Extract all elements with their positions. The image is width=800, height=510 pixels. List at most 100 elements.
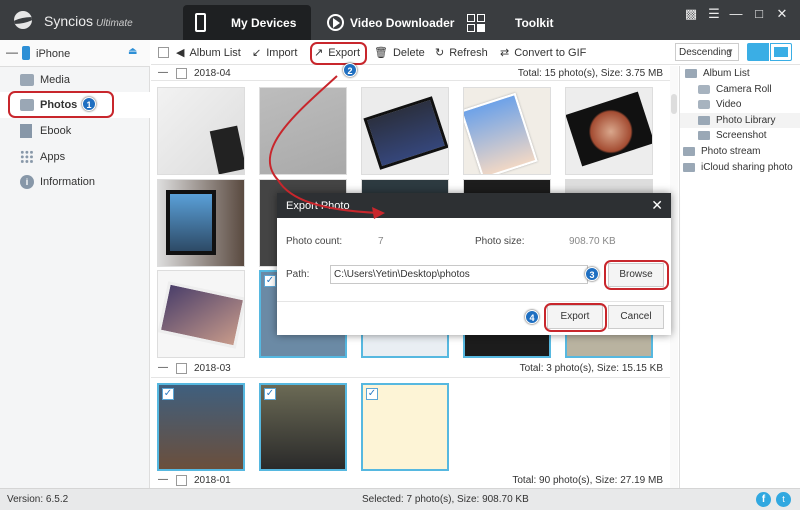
group-header: — 2018-01 Total: 90 photo(s), Size: 27.1… bbox=[158, 474, 663, 486]
info-icon: i bbox=[20, 175, 34, 189]
photo-thumbnail-selected[interactable]: ✓ bbox=[157, 383, 245, 471]
divider bbox=[151, 80, 671, 81]
tab-video-downloader[interactable]: Video Downloader bbox=[327, 5, 457, 40]
sidebar-item-ebook[interactable]: Ebook bbox=[0, 118, 150, 144]
group-checkbox[interactable] bbox=[176, 475, 187, 486]
album-icloud-sharing[interactable]: iCloud sharing photo bbox=[683, 160, 793, 175]
close-icon[interactable]: ✕ bbox=[651, 197, 663, 214]
facebook-icon[interactable]: f bbox=[756, 492, 771, 507]
photo-thumbnail-selected[interactable]: ✓ bbox=[361, 383, 449, 471]
status-bar: Version: 6.5.2 Selected: 7 photo(s), Siz… bbox=[0, 488, 800, 510]
grid-view-button[interactable] bbox=[770, 43, 792, 61]
tab-toolkit[interactable]: Toolkit bbox=[467, 5, 567, 40]
twitter-icon[interactable]: t bbox=[776, 492, 791, 507]
photo-thumbnail[interactable] bbox=[463, 87, 551, 175]
trash-icon: 🗑 bbox=[374, 47, 388, 59]
photo-size-label: Photo size: bbox=[475, 236, 525, 247]
refresh-icon: ↻ bbox=[435, 47, 445, 59]
photo-count-value: 7 bbox=[378, 236, 384, 247]
checkbox-checked[interactable]: ✓ bbox=[162, 388, 174, 400]
list-view-button[interactable] bbox=[747, 43, 769, 61]
play-icon bbox=[327, 14, 344, 31]
photo-thumbnail[interactable] bbox=[565, 87, 653, 175]
ebook-icon bbox=[20, 124, 32, 138]
convert-gif-button[interactable]: ⇄ Convert to GIF bbox=[500, 46, 586, 60]
photo-thumbnail[interactable] bbox=[259, 87, 347, 175]
step-badge-1: 1 bbox=[82, 97, 96, 111]
scrollbar-thumb[interactable] bbox=[671, 94, 677, 114]
version-text: Version: 6.5.2 bbox=[7, 494, 69, 505]
maximize-icon[interactable]: □ bbox=[749, 6, 769, 21]
step-badge-4: 4 bbox=[525, 310, 539, 324]
album-icon bbox=[683, 147, 695, 156]
camera-icon bbox=[698, 85, 710, 94]
cancel-button[interactable]: Cancel bbox=[608, 305, 664, 329]
highlight-export bbox=[310, 42, 367, 65]
album-camera-roll[interactable]: Camera Roll bbox=[698, 82, 772, 97]
title-bar: Syncios Ultimate My Devices Video Downloa… bbox=[0, 0, 800, 40]
album-list-root[interactable]: Album List bbox=[685, 66, 750, 81]
collapse-icon[interactable]: — bbox=[158, 474, 168, 485]
photo-thumbnail-selected[interactable]: ✓ bbox=[259, 383, 347, 471]
device-header[interactable]: — iPhone ⏏ bbox=[0, 40, 150, 67]
group-header: — 2018-03 Total: 3 photo(s), Size: 15.15… bbox=[158, 362, 663, 374]
photo-thumbnail[interactable] bbox=[157, 87, 245, 175]
chevron-down-icon: ▼ bbox=[726, 47, 734, 56]
divider bbox=[277, 301, 671, 302]
phone-icon bbox=[195, 13, 206, 32]
photo-size-value: 908.70 KB bbox=[569, 236, 616, 247]
album-photo-stream[interactable]: Photo stream bbox=[683, 144, 760, 159]
camera-icon bbox=[698, 100, 710, 109]
sort-dropdown[interactable]: Descending ▼ bbox=[675, 43, 739, 61]
album-icon bbox=[685, 69, 697, 78]
minimize-icon[interactable]: — bbox=[726, 6, 746, 21]
album-icon bbox=[698, 116, 710, 125]
tab-my-devices[interactable]: My Devices bbox=[183, 5, 311, 40]
album-photo-library[interactable]: Photo Library bbox=[680, 113, 800, 128]
checkbox-checked[interactable]: ✓ bbox=[366, 388, 378, 400]
menu-icon[interactable]: ☰ bbox=[704, 6, 724, 22]
grid-icon bbox=[774, 47, 788, 57]
app-name: Syncios Ultimate bbox=[44, 13, 133, 29]
feedback-icon[interactable]: ▩ bbox=[681, 6, 701, 22]
phone-icon bbox=[22, 46, 30, 60]
photo-thumbnail[interactable] bbox=[157, 270, 245, 358]
import-button[interactable]: ↙ Import bbox=[252, 46, 297, 60]
selection-summary: Selected: 7 photo(s), Size: 908.70 KB bbox=[362, 494, 529, 505]
scrollbar[interactable] bbox=[670, 66, 678, 488]
delete-button[interactable]: 🗑 Delete bbox=[374, 46, 425, 60]
divider bbox=[151, 377, 671, 378]
media-icon bbox=[20, 74, 34, 86]
album-list-button[interactable]: ◀ Album List bbox=[176, 46, 241, 60]
checkbox-checked[interactable]: ✓ bbox=[264, 388, 276, 400]
apps-icon bbox=[20, 150, 34, 164]
highlight-photos bbox=[8, 91, 114, 118]
collapse-icon[interactable]: — bbox=[158, 67, 168, 78]
photo-thumbnail[interactable] bbox=[361, 87, 449, 175]
convert-icon: ⇄ bbox=[500, 47, 510, 59]
step-badge-3: 3 bbox=[585, 267, 599, 281]
album-icon bbox=[698, 131, 710, 140]
toolkit-grid-icon bbox=[467, 13, 485, 32]
album-screenshot[interactable]: Screenshot bbox=[698, 128, 767, 143]
import-icon: ↙ bbox=[252, 47, 262, 59]
close-icon[interactable]: ✕ bbox=[772, 6, 792, 22]
group-checkbox[interactable] bbox=[176, 68, 187, 79]
sidebar-item-media[interactable]: Media bbox=[0, 67, 150, 93]
collapse-icon[interactable]: — bbox=[158, 362, 168, 373]
syncios-logo-icon bbox=[14, 11, 32, 29]
refresh-button[interactable]: ↻ Refresh bbox=[435, 46, 488, 60]
collapse-icon[interactable]: — bbox=[6, 45, 18, 59]
highlight-export-dialog bbox=[544, 303, 607, 332]
eject-icon[interactable]: ⏏ bbox=[128, 46, 137, 57]
dialog-title: Export Photo bbox=[286, 200, 350, 212]
checkbox-checked[interactable]: ✓ bbox=[264, 275, 276, 287]
group-checkbox[interactable] bbox=[176, 363, 187, 374]
photo-thumbnail[interactable] bbox=[157, 179, 245, 267]
sidebar-item-apps[interactable]: Apps bbox=[0, 144, 150, 170]
sidebar-item-information[interactable]: i Information bbox=[0, 169, 150, 195]
step-badge-2: 2 bbox=[343, 63, 357, 77]
path-input[interactable]: C:\Users\Yetin\Desktop\photos bbox=[330, 265, 588, 284]
select-all-checkbox[interactable] bbox=[158, 47, 169, 58]
album-video[interactable]: Video bbox=[698, 97, 741, 112]
